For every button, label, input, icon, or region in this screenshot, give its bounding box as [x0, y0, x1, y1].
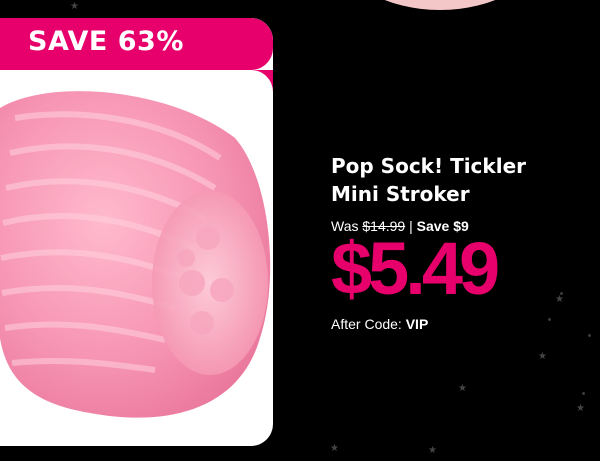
promo-code[interactable]: VIP — [406, 316, 429, 332]
product-card[interactable]: SAVE 63% — [0, 18, 273, 446]
product-title[interactable]: Pop Sock! Tickler Mini Stroker — [331, 152, 571, 208]
product-title-line2: Mini Stroker — [331, 182, 470, 206]
product-info: Pop Sock! Tickler Mini Stroker Was $14.9… — [331, 152, 571, 332]
star-icon: ★ — [576, 403, 585, 414]
product-title-line1: Pop Sock! Tickler — [331, 154, 526, 178]
save-percent-label: SAVE 63% — [28, 26, 184, 57]
code-label: After Code: — [331, 316, 402, 332]
save-banner: SAVE 63% — [0, 18, 273, 70]
promo-stage: ★ ★ ★ ★ ★ ★ ★ SAVE 63% Pop Sock! Tickler… — [0, 0, 600, 461]
star-icon: ★ — [70, 1, 79, 12]
star-dot — [588, 334, 591, 337]
sale-price: $5.49 — [331, 227, 500, 310]
star-icon: ★ — [538, 351, 547, 362]
star-icon: ★ — [428, 445, 437, 456]
star-icon: ★ — [458, 383, 467, 394]
top-decorative-shape — [340, 0, 540, 10]
star-dot — [582, 392, 585, 395]
promo-code-line: After Code: VIP — [331, 316, 571, 332]
product-image[interactable] — [0, 78, 273, 438]
star-icon: ★ — [330, 443, 339, 454]
